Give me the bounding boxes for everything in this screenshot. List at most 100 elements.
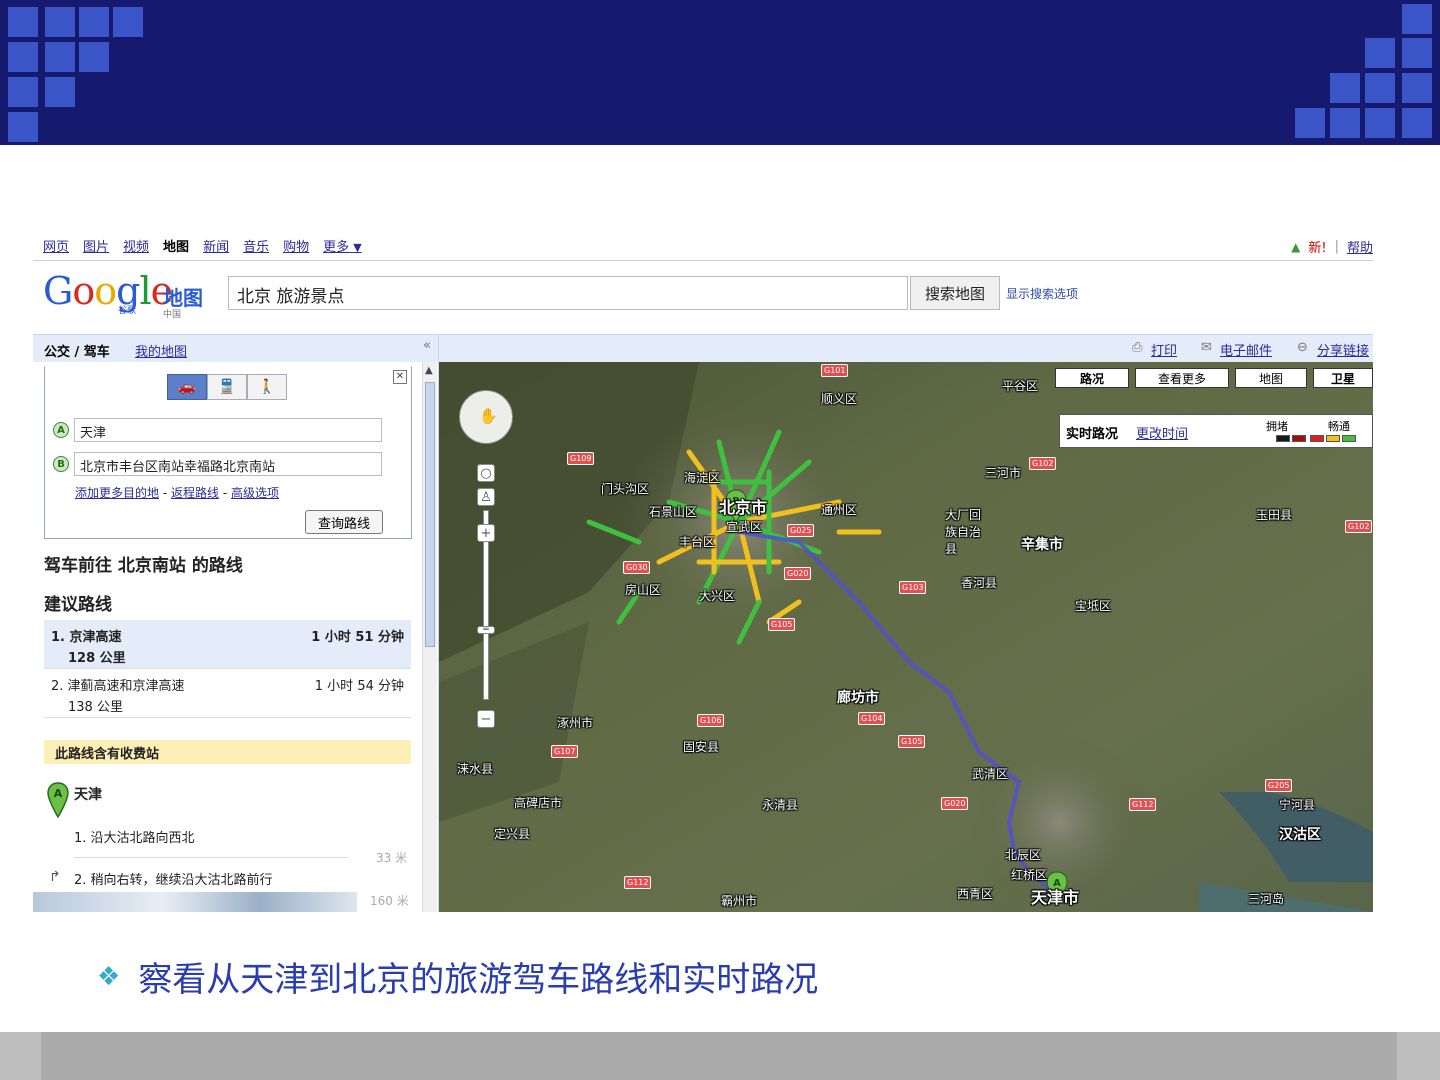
map-label: 三河市 — [985, 466, 1022, 480]
nav-web[interactable]: 网页 — [43, 236, 69, 255]
help-link[interactable]: 帮助 — [1347, 237, 1373, 256]
print-link[interactable]: 打印 — [1151, 340, 1177, 359]
printer-icon: ⎙ — [1132, 340, 1143, 355]
email-link[interactable]: 电子邮件 — [1220, 340, 1272, 359]
map-type-more[interactable]: 查看更多 — [1135, 368, 1229, 388]
advanced-options-link[interactable]: 高级选项 — [231, 486, 279, 500]
route-duration: 1 小时 54 分钟 — [314, 679, 404, 694]
nav-more-label: 更多 — [323, 240, 350, 255]
svg-text:A: A — [54, 787, 63, 800]
road-badge: G104 — [858, 712, 886, 725]
scrollbar-thumb[interactable] — [425, 382, 435, 647]
return-route-link[interactable]: 返程路线 — [171, 486, 219, 500]
tab-my-maps[interactable]: 我的地图 — [135, 341, 187, 360]
road-badge: G025 — [787, 524, 815, 537]
nav-video[interactable]: 视频 — [123, 236, 149, 255]
direction-step-2[interactable]: 2. 稍向右转，继续沿大沽北路前行 — [74, 869, 273, 888]
map-label: 北京市 — [719, 498, 768, 517]
google-logo[interactable]: Google — [43, 272, 173, 310]
road-badge: G205 — [1265, 779, 1293, 792]
street-view-thumbnail[interactable] — [33, 892, 357, 912]
nav-news[interactable]: 新闻 — [203, 236, 229, 255]
zoom-slider-handle[interactable]: ═ — [477, 625, 495, 635]
waypoint-a-badge: A — [53, 422, 69, 438]
map-label: 固安县 — [683, 740, 720, 754]
logo-region: 中国 — [163, 310, 182, 320]
map-label: 廊坊市 — [837, 690, 879, 706]
pan-control[interactable]: ✋ — [459, 390, 513, 444]
left-panel-tabs: 公交 / 驾车 我的地图 — [33, 334, 438, 362]
zoom-in-button[interactable]: + — [477, 524, 495, 542]
route-name: 2. 津蓟高速和京津高速 — [51, 679, 185, 694]
top-nav: 网页 图片 视频 地图 新闻 音乐 购物 更多 ▼ — [43, 236, 362, 255]
road-badge: G105 — [768, 618, 796, 631]
map-label: 石景山区 — [649, 505, 698, 519]
map-type-satellite[interactable]: 卫星 — [1313, 368, 1373, 388]
map-type-map[interactable]: 地图 — [1235, 368, 1307, 388]
walk-icon[interactable]: 🚶 — [247, 374, 287, 400]
nav-music[interactable]: 音乐 — [243, 236, 269, 255]
nav-more[interactable]: 更多 ▼ — [323, 236, 362, 255]
add-destination-link[interactable]: 添加更多目的地 — [75, 486, 159, 500]
map-label: 涞水县 — [457, 762, 494, 776]
train-icon[interactable]: 🚆 — [207, 374, 247, 400]
caption-text: 察看从天津到北京的旅游驾车路线和实时路况 — [138, 960, 819, 1000]
map-type-traffic[interactable]: 路况 — [1055, 368, 1129, 388]
route-distance: 138 公里 — [68, 700, 123, 715]
legend-swatch — [1276, 435, 1290, 442]
zoom-control: ○ ♙ + ═ − — [477, 464, 495, 736]
map-label: 通州区 — [821, 503, 858, 517]
satellite-map[interactable]: B A 顺义区 平谷区 三河市 门头沟区 海淀区 北京市 石景山区 宣武区 丰台… — [439, 362, 1373, 912]
get-directions-button[interactable]: 查询路线 — [305, 510, 383, 534]
map-label: 红桥区 — [1011, 868, 1048, 882]
share-link[interactable]: 分享链接 — [1317, 340, 1369, 359]
search-input[interactable]: 北京 旅游景点 — [228, 276, 908, 310]
map-label: 门头沟区 — [601, 482, 650, 496]
route-option-2[interactable]: 2. 津蓟高速和京津高速 1 小时 54 分钟 138 公里 — [44, 669, 411, 717]
left-panel-scrollbar[interactable]: ▲ — [422, 362, 437, 912]
change-time-link[interactable]: 更改时间 — [1136, 423, 1188, 442]
map-label: 宁河县 — [1279, 798, 1316, 812]
destination-input[interactable]: 北京市丰台区南站幸福路北京南站 — [74, 452, 382, 476]
search-options-link[interactable]: 显示搜索选项 — [1006, 285, 1078, 302]
map-label: 定兴县 — [494, 827, 531, 841]
street-view-icon[interactable]: ○ — [477, 464, 495, 482]
scroll-up-icon[interactable]: ▲ — [425, 365, 433, 376]
route-name: 1. 京津高速 — [51, 630, 122, 645]
road-badge: G103 — [899, 581, 927, 594]
map-label: 涿州市 — [557, 716, 594, 730]
map-label: 高碑店市 — [514, 796, 563, 810]
map-label: 汉沽区 — [1279, 827, 1321, 843]
new-badge[interactable]: 新! — [1308, 237, 1326, 256]
map-label: 房山区 — [625, 583, 662, 597]
nav-maps[interactable]: 地图 — [163, 236, 189, 255]
separator: - — [162, 486, 168, 500]
road-badge: G101 — [821, 364, 849, 377]
nav-shopping[interactable]: 购物 — [283, 236, 309, 255]
map-label: 三河岛 — [1248, 892, 1285, 906]
car-icon[interactable]: 🚗 — [167, 374, 207, 400]
road-badge: G102 — [1345, 520, 1373, 533]
map-label: 玉田县 — [1256, 508, 1293, 522]
traffic-title: 实时路况 — [1066, 427, 1119, 442]
collapse-panel-button[interactable]: « — [423, 338, 431, 353]
hand-icon: ✋ — [479, 407, 498, 425]
direction-step-1[interactable]: 1. 沿大沽北路向西北 — [74, 827, 195, 846]
legend-swatch — [1342, 435, 1356, 442]
origin-input[interactable]: 天津 — [74, 418, 382, 442]
route-option-1[interactable]: 1. 京津高速 1 小时 51 分钟 128 公里 — [44, 620, 411, 668]
pegman-icon[interactable]: ♙ — [477, 488, 495, 506]
turn-right-icon: ↱ — [49, 869, 61, 885]
close-icon[interactable]: ✕ — [393, 370, 407, 384]
map-label: 海淀区 — [684, 471, 721, 485]
bottom-band — [0, 1032, 1440, 1080]
zoom-out-button[interactable]: − — [477, 710, 495, 728]
search-maps-button[interactable]: 搜索地图 — [910, 276, 1000, 310]
legend-free: 畅通 — [1328, 420, 1350, 433]
nav-images[interactable]: 图片 — [83, 236, 109, 255]
tab-directions[interactable]: 公交 / 驾车 — [44, 341, 110, 360]
map-label: 霸州市 — [721, 894, 758, 908]
bottom-band-inner — [41, 1032, 1397, 1080]
slide-caption: ❖ 察看从天津到北京的旅游驾车路线和实时路况 — [97, 952, 818, 1001]
legend-swatch — [1326, 435, 1340, 442]
